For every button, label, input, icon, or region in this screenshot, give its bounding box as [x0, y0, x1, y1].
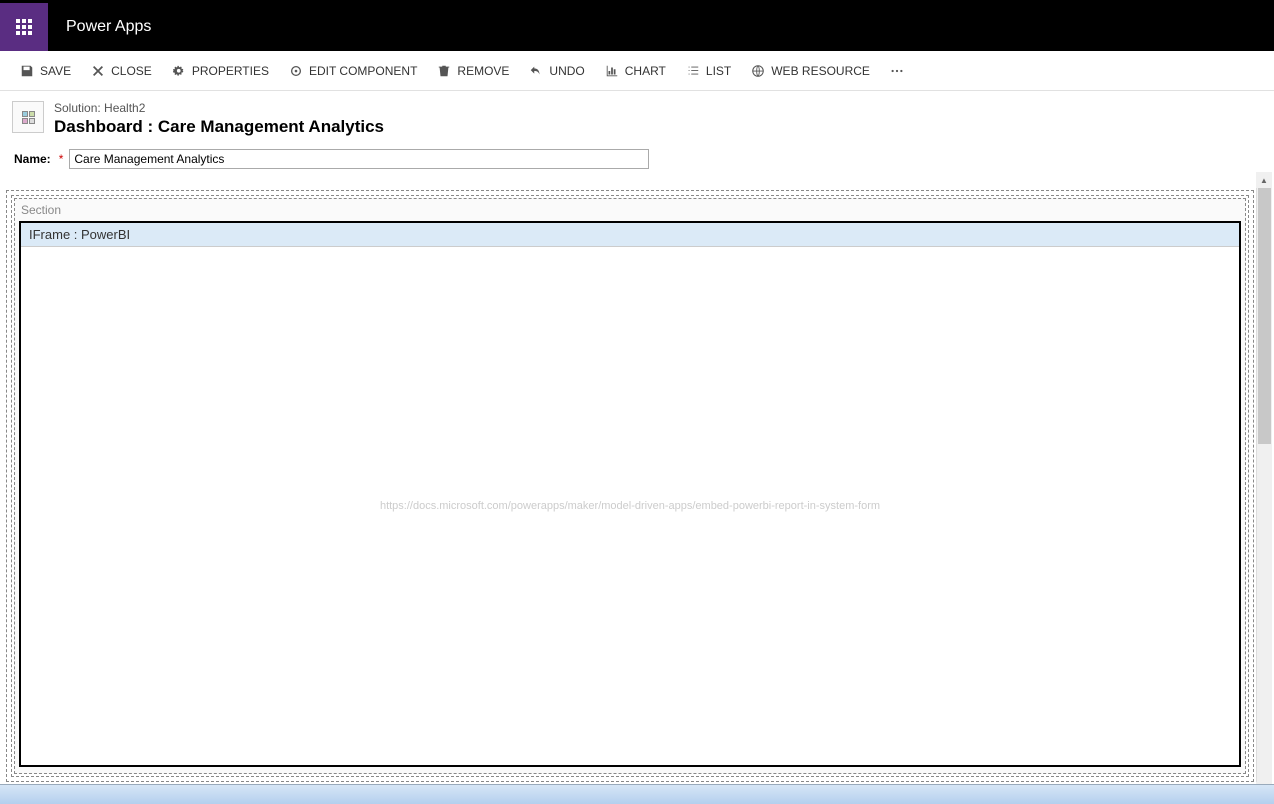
section-container[interactable]: Section IFrame : PowerBI https://docs.mi…: [14, 198, 1246, 774]
properties-button[interactable]: PROPERTIES: [164, 60, 277, 82]
list-icon: [686, 64, 700, 78]
status-bar: [0, 784, 1274, 804]
ellipsis-icon: [890, 64, 904, 78]
gear-icon: [172, 64, 186, 78]
chart-button[interactable]: CHART: [597, 60, 674, 82]
dashboard-canvas: Section IFrame : PowerBI https://docs.mi…: [6, 190, 1254, 782]
undo-button[interactable]: UNDO: [521, 60, 592, 82]
save-icon: [20, 64, 34, 78]
name-field-row: Name: *: [0, 141, 1274, 175]
solution-label: Solution: Health2: [54, 101, 384, 115]
app-launcher-button[interactable]: [0, 3, 48, 51]
iframe-body: https://docs.microsoft.com/powerapps/mak…: [21, 247, 1239, 765]
remove-label: REMOVE: [457, 64, 509, 78]
canvas-tab[interactable]: Section IFrame : PowerBI https://docs.mi…: [11, 195, 1249, 777]
close-button[interactable]: CLOSE: [83, 60, 160, 82]
trash-icon: [437, 64, 451, 78]
properties-label: PROPERTIES: [192, 64, 269, 78]
gear-icon: [289, 64, 303, 78]
vertical-scrollbar[interactable]: ▲ ▼: [1256, 188, 1272, 782]
context-header: Solution: Health2 Dashboard : Care Manag…: [0, 91, 1274, 141]
web-resource-label: WEB RESOURCE: [771, 64, 870, 78]
dashboard-entity-icon: [12, 101, 44, 133]
close-icon: [91, 64, 105, 78]
globe-icon: [751, 64, 765, 78]
scroll-up-arrow-icon[interactable]: ▲: [1256, 172, 1272, 188]
command-bar: SAVE CLOSE PROPERTIES EDIT COMPONENT REM…: [0, 51, 1274, 91]
required-indicator: *: [59, 152, 64, 166]
web-resource-button[interactable]: WEB RESOURCE: [743, 60, 878, 82]
remove-button[interactable]: REMOVE: [429, 60, 517, 82]
scroll-thumb[interactable]: [1258, 188, 1271, 444]
waffle-icon: [16, 19, 32, 35]
section-label: Section: [15, 199, 1245, 221]
undo-icon: [529, 64, 543, 78]
more-button[interactable]: [882, 60, 912, 82]
close-label: CLOSE: [111, 64, 152, 78]
chart-icon: [605, 64, 619, 78]
list-label: LIST: [706, 64, 731, 78]
iframe-hint-url: https://docs.microsoft.com/powerapps/mak…: [380, 500, 880, 512]
edit-component-label: EDIT COMPONENT: [309, 64, 417, 78]
iframe-component[interactable]: IFrame : PowerBI https://docs.microsoft.…: [19, 221, 1241, 767]
dashboard-title: Dashboard : Care Management Analytics: [54, 117, 384, 137]
save-button[interactable]: SAVE: [12, 60, 79, 82]
chart-label: CHART: [625, 64, 666, 78]
undo-label: UNDO: [549, 64, 584, 78]
name-label: Name:: [14, 152, 51, 166]
canvas-outer: Section IFrame : PowerBI https://docs.mi…: [6, 190, 1254, 782]
app-title: Power Apps: [48, 3, 169, 51]
name-input[interactable]: [69, 149, 649, 169]
list-button[interactable]: LIST: [678, 60, 739, 82]
edit-component-button[interactable]: EDIT COMPONENT: [281, 60, 425, 82]
save-label: SAVE: [40, 64, 71, 78]
iframe-title: IFrame : PowerBI: [21, 223, 1239, 247]
header-bar: Power Apps: [0, 3, 1274, 51]
